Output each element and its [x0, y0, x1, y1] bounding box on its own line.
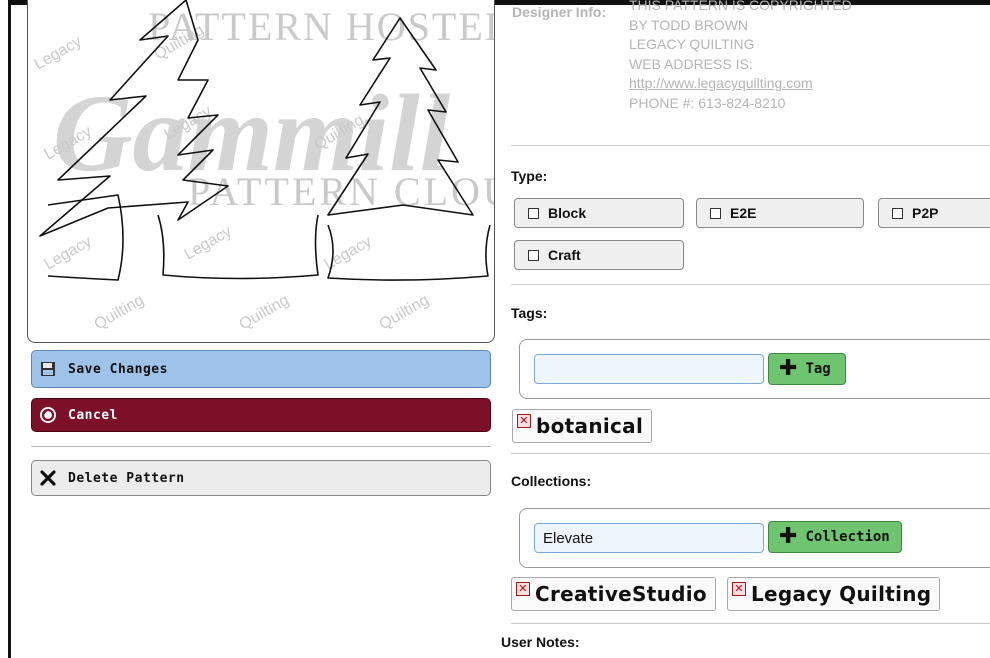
add-tag-button[interactable]: ✚ Tag — [768, 353, 846, 385]
save-changes-label: Save Changes — [68, 361, 168, 377]
designer-phone: PHONE #: 613-824-8210 — [629, 94, 786, 111]
designer-info-label: Designer Info: — [512, 4, 607, 20]
type-option-label: Block — [548, 205, 587, 221]
add-collection-label: Collection — [805, 529, 890, 545]
tile-word: Legacy — [32, 33, 85, 74]
tile-word: Legacy — [42, 233, 95, 274]
designer-line: THIS PATTERN IS COPYRIGHTED — [629, 0, 852, 13]
designer-line: BY TODD BROWN — [629, 16, 749, 33]
tile-word: Legacy — [322, 233, 375, 274]
tile-word: Quilting — [377, 292, 432, 334]
plus-icon: ✚ — [779, 356, 798, 381]
tag-chip: ✕ botanical — [512, 409, 653, 443]
type-option-block[interactable]: Block — [514, 198, 684, 228]
collection-chip: ✕ Legacy Quilting — [727, 577, 941, 611]
type-option-label: Craft — [548, 247, 581, 263]
type-option-craft[interactable]: Craft — [514, 240, 684, 270]
collection-chip-label: Legacy Quilting — [751, 582, 932, 606]
tile-word: Legacy — [182, 223, 235, 264]
remove-x-icon[interactable]: ✕ — [517, 414, 531, 428]
save-changes-button[interactable]: Save Changes — [31, 350, 491, 388]
plus-icon: ✚ — [779, 524, 798, 549]
cancel-button[interactable]: Cancel — [31, 398, 491, 432]
delete-pattern-label: Delete Pattern — [68, 470, 185, 486]
add-tag-label: Tag — [805, 361, 831, 377]
remove-x-icon[interactable]: ✕ — [516, 582, 530, 596]
divider — [31, 446, 491, 447]
tags-label: Tags: — [511, 305, 548, 321]
undo-circle-icon — [38, 405, 58, 425]
checkbox[interactable] — [528, 249, 539, 261]
tag-input[interactable] — [534, 354, 764, 384]
type-option-e2e[interactable]: E2E — [696, 198, 864, 228]
add-collection-button[interactable]: ✚ Collection — [768, 521, 902, 553]
designer-website-link[interactable]: http://www.legacyquilting.com — [629, 75, 813, 91]
designer-line: WEB ADDRESS IS: — [629, 55, 753, 72]
pattern-preview-image: PATTERN HOSTED BY Gammill PATTERN CLOUD … — [32, 0, 494, 334]
divider — [511, 145, 990, 146]
designer-info: Designer Info: THIS PATTERN IS COPYRIGHT… — [512, 0, 982, 140]
collection-chip: ✕ CreativeStudio — [511, 577, 716, 611]
type-option-label: E2E — [730, 205, 757, 221]
collection-entry-group: ✚ Collection — [519, 508, 990, 568]
window-left-border — [8, 0, 11, 658]
delete-pattern-button[interactable]: Delete Pattern — [31, 460, 491, 496]
cancel-label: Cancel — [68, 407, 118, 423]
x-icon — [38, 468, 58, 488]
user-notes-label: User Notes: — [501, 634, 580, 650]
tag-entry-group: ✚ Tag — [519, 339, 990, 399]
floppy-disk-icon — [38, 359, 58, 379]
divider — [511, 284, 990, 285]
tag-chip-label: botanical — [536, 414, 644, 438]
type-option-p2p[interactable]: P2P — [878, 198, 990, 228]
checkbox[interactable] — [528, 207, 539, 219]
collections-label: Collections: — [511, 473, 592, 489]
divider — [511, 453, 990, 454]
tile-word: Quilting — [92, 292, 147, 334]
remove-x-icon[interactable]: ✕ — [732, 582, 746, 596]
collection-chip-label: CreativeStudio — [535, 582, 707, 606]
type-option-label: P2P — [912, 205, 939, 221]
checkbox[interactable] — [892, 207, 903, 219]
collection-input[interactable] — [534, 523, 764, 553]
divider — [511, 623, 990, 624]
pattern-preview: PATTERN HOSTED BY Gammill PATTERN CLOUD … — [27, 0, 495, 343]
type-label: Type: — [511, 168, 548, 184]
designer-line: LEGACY QUILTING — [629, 36, 755, 53]
tile-word: Quilting — [237, 292, 292, 334]
checkbox[interactable] — [710, 207, 721, 219]
